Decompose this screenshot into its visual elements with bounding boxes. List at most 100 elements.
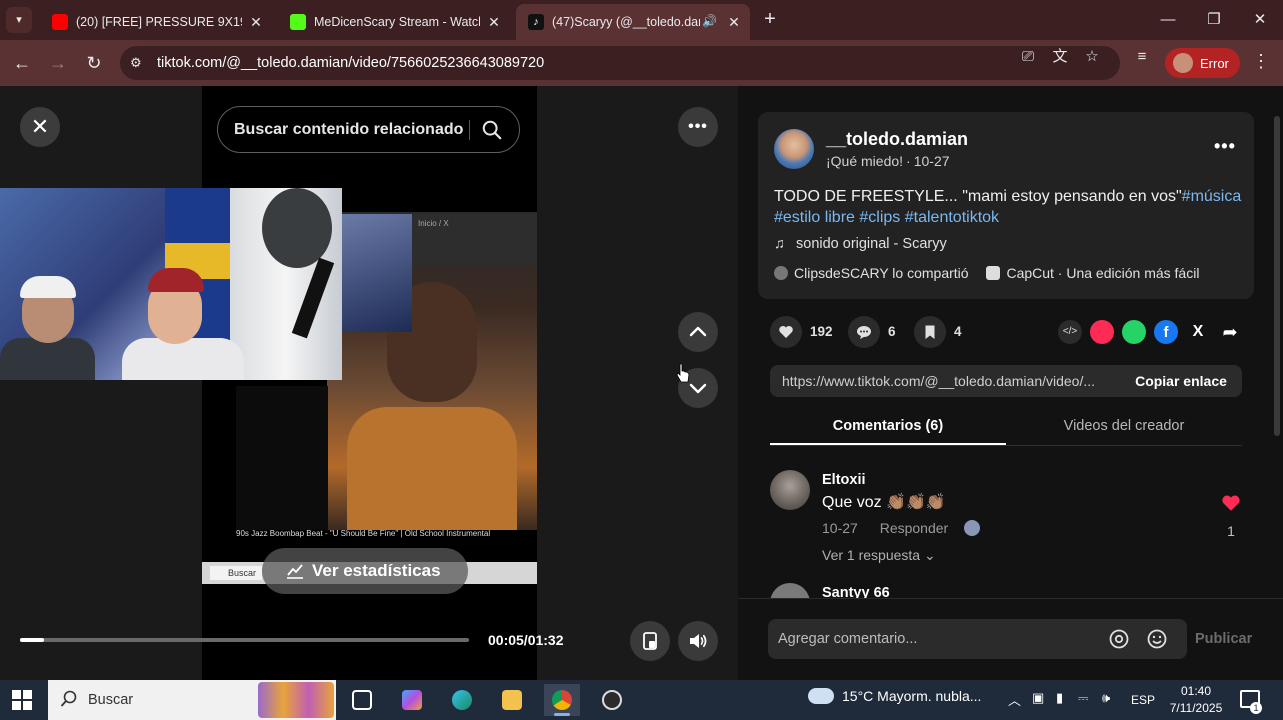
copy-link-button[interactable]: Copiar enlace [1120, 365, 1242, 397]
send-to-friends-icon[interactable] [1090, 320, 1114, 344]
tab-title: (47)Scaryy (@__toledo.dami [552, 15, 700, 29]
browser-tab-kick[interactable]: MeDicenScary Stream - Watch ✕ [278, 4, 510, 40]
site-settings-icon[interactable]: ⚙ [130, 55, 146, 71]
comment-input[interactable]: Agregar comentario... [768, 619, 1187, 659]
file-explorer-button[interactable] [494, 684, 530, 716]
avatar[interactable] [774, 129, 814, 169]
tab-creator-videos[interactable]: Videos del creador [1006, 418, 1242, 434]
video-content-thumb [342, 214, 412, 332]
weather-widget[interactable]: 15°C Mayorm. nubla... [808, 688, 981, 704]
embed-icon[interactable]: </> [1058, 320, 1082, 344]
x-twitter-icon[interactable]: X [1186, 320, 1210, 344]
facebook-icon[interactable]: f [1154, 320, 1178, 344]
related-search-bar[interactable]: Buscar contenido relacionado [217, 106, 520, 153]
more-options-button[interactable]: ••• [678, 107, 718, 147]
video-player[interactable]: 90s Jazz Boombap Beat - "U Should Be Fin… [0, 86, 738, 680]
mini-player-button[interactable] [630, 621, 670, 661]
reload-button[interactable]: ↻ [82, 51, 106, 75]
profile-button[interactable]: Error [1165, 48, 1240, 78]
profile-error-label: Error [1200, 56, 1229, 71]
volume-button[interactable] [678, 621, 718, 661]
taskbar-search-placeholder: Buscar [88, 692, 134, 708]
tab-comments[interactable]: Comentarios (6) [770, 418, 1006, 434]
browser-menu-icon[interactable]: ⋮ [1252, 51, 1270, 72]
windows-start-icon[interactable] [12, 690, 32, 710]
author-subtitle: ¡Qué miedo! · 10-27 [826, 153, 950, 169]
media-control-icon[interactable]: ≡ [1133, 48, 1151, 66]
reply-button[interactable]: Responder [880, 520, 949, 536]
view-stats-button[interactable]: Ver estadísticas [262, 548, 468, 594]
url-text[interactable]: tiktok.com/@__toledo.damian/video/756602… [157, 55, 544, 71]
edge-button[interactable] [444, 684, 480, 716]
comment-username[interactable]: Eltoxii [822, 472, 866, 488]
comment-meta: 10-27 Responder [822, 520, 981, 536]
copilot-button[interactable] [394, 684, 430, 716]
bookmark-star-icon[interactable]: ☆ [1083, 48, 1101, 66]
previous-video-button[interactable] [678, 312, 718, 352]
forward-button[interactable]: → [46, 51, 70, 75]
close-tab-icon[interactable]: ✕ [484, 12, 504, 32]
video-progress-bar[interactable] [20, 638, 469, 642]
comment-like-count: 1 [1227, 523, 1235, 539]
tab-search-chevron-icon[interactable]: ▾ [6, 7, 32, 33]
meet-icon[interactable]: ▣ [1032, 690, 1044, 706]
browser-tab-youtube[interactable]: (20) [FREE] PRESSURE 9X19 x Y ✕ [40, 4, 272, 40]
address-bar[interactable]: ⚙ tiktok.com/@__toledo.damian/video/7566… [120, 46, 1120, 80]
emoji-icon[interactable] [1146, 628, 1168, 650]
copy-link-box[interactable]: https://www.tiktok.com/@__toledo.damian/… [770, 365, 1242, 397]
comment-like-button[interactable]: 1 [1220, 494, 1242, 539]
post-options-icon[interactable]: ••• [1214, 136, 1236, 157]
scrollbar[interactable] [1274, 116, 1280, 436]
close-video-button[interactable]: ✕ [20, 107, 60, 147]
embedded-tab-label: Inicio / X [418, 219, 449, 228]
post-description: TODO DE FREESTYLE... "mami estoy pensand… [774, 186, 1244, 228]
author-name[interactable]: __toledo.damian [826, 129, 968, 150]
video-link-text[interactable]: https://www.tiktok.com/@__toledo.damian/… [782, 373, 1112, 389]
comment-username[interactable]: Santyy 66 [822, 585, 890, 599]
close-window-button[interactable]: ✕ [1237, 0, 1283, 40]
avatar[interactable] [770, 470, 810, 510]
hashtag-link[interactable]: #clips [859, 209, 900, 226]
restore-button[interactable]: ❐ [1191, 0, 1237, 40]
comment-date: 10-27 [822, 520, 858, 536]
sound-link[interactable]: ♫ sonido original - Scaryy [774, 236, 947, 252]
language-indicator[interactable]: ESP [1131, 693, 1155, 707]
back-button[interactable]: ← [10, 51, 34, 75]
clock[interactable]: 01:40 7/11/2025 [1164, 683, 1228, 717]
chart-icon [287, 564, 303, 579]
chrome-button[interactable] [544, 684, 580, 716]
hashtag-link[interactable]: #estilo libre [774, 209, 855, 226]
avatar[interactable] [770, 583, 810, 599]
taskbar-search[interactable]: Buscar [48, 680, 336, 720]
mic-icon[interactable]: ▮ [1056, 690, 1063, 706]
shared-by-chip[interactable]: ClipsdeSCARY lo compartió [774, 265, 969, 281]
install-app-icon[interactable]: ⎚ [1019, 48, 1037, 66]
mention-icon[interactable] [1108, 628, 1130, 650]
new-tab-button[interactable]: + [759, 8, 781, 30]
audio-playing-icon[interactable]: 🔊 [702, 14, 717, 28]
volume-icon[interactable]: 🕪 [1102, 690, 1110, 706]
post-comment-button[interactable]: Publicar [1195, 631, 1252, 647]
network-icon[interactable]: ⎓ [1078, 690, 1088, 706]
browser-tab-strip: ▾ (20) [FREE] PRESSURE 9X19 x Y ✕ MeDice… [0, 0, 1283, 40]
folder-icon [502, 690, 522, 710]
comment-text: Que voz 👏🏽👏🏽👏🏽 [822, 494, 946, 511]
whatsapp-icon[interactable] [1122, 320, 1146, 344]
chevron-up-icon[interactable]: ︿ [1008, 690, 1021, 709]
task-view-button[interactable] [344, 684, 380, 716]
share-arrow-icon[interactable]: ➦ [1218, 320, 1242, 344]
view-replies-button[interactable]: Ver 1 respuesta ⌄ [822, 547, 936, 564]
close-tab-icon[interactable]: ✕ [724, 12, 744, 32]
translate-icon[interactable]: 文 [1051, 48, 1069, 66]
related-search-placeholder[interactable]: Buscar contenido relacionado [234, 121, 463, 139]
search-icon[interactable] [481, 119, 503, 141]
comment-placeholder[interactable]: Agregar comentario... [778, 631, 917, 647]
hashtag-link[interactable]: #talentotiktok [905, 209, 999, 226]
browser-tab-tiktok[interactable]: ♪ (47)Scaryy (@__toledo.dami 🔊 ✕ [516, 4, 750, 40]
heart-icon [1222, 495, 1240, 511]
minimize-button[interactable]: — [1145, 0, 1191, 40]
hashtag-link[interactable]: #música [1182, 188, 1242, 205]
close-tab-icon[interactable]: ✕ [246, 12, 266, 32]
capcut-chip[interactable]: CapCut · Una edición más fácil [986, 265, 1199, 281]
obs-button[interactable] [594, 684, 630, 716]
